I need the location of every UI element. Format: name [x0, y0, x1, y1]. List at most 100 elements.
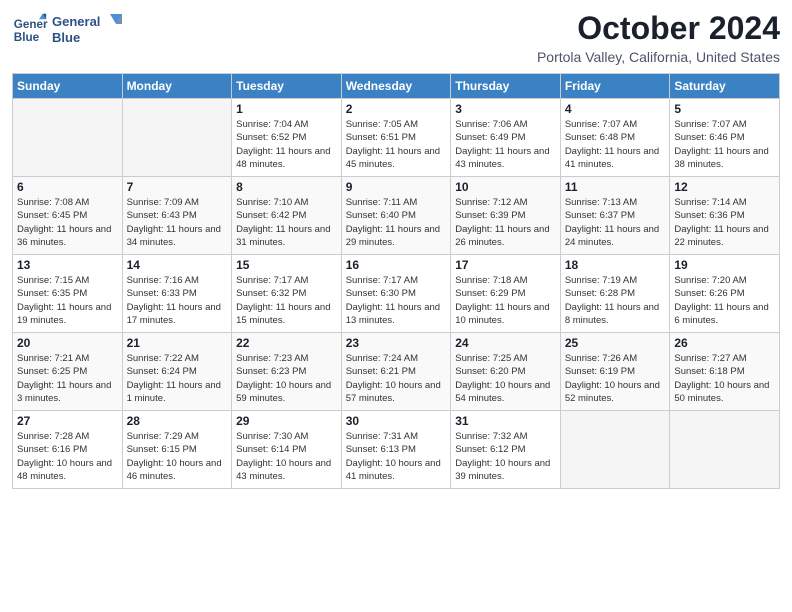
col-header-saturday: Saturday: [670, 74, 780, 99]
day-number: 1: [236, 102, 337, 116]
day-cell: 1Sunrise: 7:04 AM Sunset: 6:52 PM Daylig…: [232, 99, 342, 177]
page: General Blue General Blue General Blue O…: [0, 0, 792, 612]
day-cell: 5 Sunrise: 7:07 AM Sunset: 6:46 PM Daylig…: [670, 99, 780, 177]
day-info: Sunrise: 7:23 AM Sunset: 6:23 PM Dayligh…: [236, 352, 337, 405]
day-info: Sunrise: 7:25 AM Sunset: 6:20 PM Dayligh…: [455, 352, 556, 405]
day-number: 26: [674, 336, 775, 350]
day-cell: 2 Sunrise: 7:05 AM Sunset: 6:51 PM Daylig…: [341, 99, 451, 177]
day-cell: 17 Sunrise: 7:18 AM Sunset: 6:29 PM Dayli…: [451, 255, 561, 333]
day-info: Sunrise: 7:24 AM Sunset: 6:21 PM Dayligh…: [346, 352, 447, 405]
day-cell: 4 Sunrise: 7:07 AM Sunset: 6:48 PM Daylig…: [560, 99, 670, 177]
day-info: Sunrise: 7:15 AM Sunset: 6:35 PM Dayligh…: [17, 274, 118, 327]
day-info: Sunrise: 7:19 AM Sunset: 6:28 PM Dayligh…: [565, 274, 666, 327]
day-number: 16: [346, 258, 447, 272]
day-number: 29: [236, 414, 337, 428]
day-cell: 16 Sunrise: 7:17 AM Sunset: 6:30 PM Dayli…: [341, 255, 451, 333]
day-cell: 13Sunrise: 7:15 AM Sunset: 6:35 PM Dayli…: [13, 255, 123, 333]
day-number: 24: [455, 336, 556, 350]
day-number: 23: [346, 336, 447, 350]
day-cell: 12Sunrise: 7:14 AM Sunset: 6:36 PM Dayli…: [670, 177, 780, 255]
day-info: Sunrise: 7:22 AM Sunset: 6:24 PM Dayligh…: [127, 352, 228, 405]
day-cell: [560, 411, 670, 489]
day-info: Sunrise: 7:31 AM Sunset: 6:13 PM Dayligh…: [346, 430, 447, 483]
day-cell: 29 Sunrise: 7:30 AM Sunset: 6:14 PM Dayli…: [232, 411, 342, 489]
day-cell: 15Sunrise: 7:17 AM Sunset: 6:32 PM Dayli…: [232, 255, 342, 333]
day-number: 18: [565, 258, 666, 272]
week-row-3: 13Sunrise: 7:15 AM Sunset: 6:35 PM Dayli…: [13, 255, 780, 333]
day-number: 19: [674, 258, 775, 272]
day-info: Sunrise: 7:05 AM Sunset: 6:51 PM Dayligh…: [346, 118, 447, 171]
week-row-1: 1Sunrise: 7:04 AM Sunset: 6:52 PM Daylig…: [13, 99, 780, 177]
svg-text:General: General: [14, 18, 48, 31]
day-cell: 11 Sunrise: 7:13 AM Sunset: 6:37 PM Dayli…: [560, 177, 670, 255]
week-row-4: 20 Sunrise: 7:21 AM Sunset: 6:25 PM Dayli…: [13, 333, 780, 411]
day-info: Sunrise: 7:10 AM Sunset: 6:42 PM Dayligh…: [236, 196, 337, 249]
day-info: Sunrise: 7:29 AM Sunset: 6:15 PM Dayligh…: [127, 430, 228, 483]
day-info: Sunrise: 7:26 AM Sunset: 6:19 PM Dayligh…: [565, 352, 666, 405]
col-header-monday: Monday: [122, 74, 232, 99]
location: Portola Valley, California, United State…: [537, 49, 780, 65]
day-cell: 27Sunrise: 7:28 AM Sunset: 6:16 PM Dayli…: [13, 411, 123, 489]
day-cell: 20 Sunrise: 7:21 AM Sunset: 6:25 PM Dayli…: [13, 333, 123, 411]
day-number: 5: [674, 102, 775, 116]
svg-text:Blue: Blue: [52, 30, 80, 45]
day-info: Sunrise: 7:21 AM Sunset: 6:25 PM Dayligh…: [17, 352, 118, 405]
day-cell: 14 Sunrise: 7:16 AM Sunset: 6:33 PM Dayli…: [122, 255, 232, 333]
day-cell: 19 Sunrise: 7:20 AM Sunset: 6:26 PM Dayli…: [670, 255, 780, 333]
calendar-table: SundayMondayTuesdayWednesdayThursdayFrid…: [12, 73, 780, 489]
day-number: 11: [565, 180, 666, 194]
month-title: October 2024: [537, 10, 780, 47]
day-info: Sunrise: 7:07 AM Sunset: 6:48 PM Dayligh…: [565, 118, 666, 171]
day-info: Sunrise: 7:13 AM Sunset: 6:37 PM Dayligh…: [565, 196, 666, 249]
day-info: Sunrise: 7:16 AM Sunset: 6:33 PM Dayligh…: [127, 274, 228, 327]
day-cell: 18 Sunrise: 7:19 AM Sunset: 6:28 PM Dayli…: [560, 255, 670, 333]
week-row-5: 27Sunrise: 7:28 AM Sunset: 6:16 PM Dayli…: [13, 411, 780, 489]
logo-icon: General Blue: [12, 12, 48, 48]
day-cell: 9 Sunrise: 7:11 AM Sunset: 6:40 PM Daylig…: [341, 177, 451, 255]
day-cell: 7Sunrise: 7:09 AM Sunset: 6:43 PM Daylig…: [122, 177, 232, 255]
day-number: 27: [17, 414, 118, 428]
day-number: 14: [127, 258, 228, 272]
col-header-tuesday: Tuesday: [232, 74, 342, 99]
day-info: Sunrise: 7:17 AM Sunset: 6:30 PM Dayligh…: [346, 274, 447, 327]
day-cell: 3Sunrise: 7:06 AM Sunset: 6:49 PM Daylig…: [451, 99, 561, 177]
day-info: Sunrise: 7:30 AM Sunset: 6:14 PM Dayligh…: [236, 430, 337, 483]
day-number: 30: [346, 414, 447, 428]
day-number: 25: [565, 336, 666, 350]
day-number: 22: [236, 336, 337, 350]
day-cell: 6Sunrise: 7:08 AM Sunset: 6:45 PM Daylig…: [13, 177, 123, 255]
day-number: 9: [346, 180, 447, 194]
logo-full: General Blue: [52, 10, 124, 50]
day-cell: 23 Sunrise: 7:24 AM Sunset: 6:21 PM Dayli…: [341, 333, 451, 411]
day-cell: 30 Sunrise: 7:31 AM Sunset: 6:13 PM Dayli…: [341, 411, 451, 489]
day-cell: 28 Sunrise: 7:29 AM Sunset: 6:15 PM Dayli…: [122, 411, 232, 489]
day-cell: 10Sunrise: 7:12 AM Sunset: 6:39 PM Dayli…: [451, 177, 561, 255]
day-number: 7: [127, 180, 228, 194]
day-info: Sunrise: 7:20 AM Sunset: 6:26 PM Dayligh…: [674, 274, 775, 327]
day-cell: 24 Sunrise: 7:25 AM Sunset: 6:20 PM Dayli…: [451, 333, 561, 411]
day-info: Sunrise: 7:27 AM Sunset: 6:18 PM Dayligh…: [674, 352, 775, 405]
svg-text:General: General: [52, 14, 100, 29]
day-cell: 21Sunrise: 7:22 AM Sunset: 6:24 PM Dayli…: [122, 333, 232, 411]
day-cell: [13, 99, 123, 177]
day-number: 31: [455, 414, 556, 428]
day-cell: [122, 99, 232, 177]
day-number: 17: [455, 258, 556, 272]
day-cell: 26 Sunrise: 7:27 AM Sunset: 6:18 PM Dayli…: [670, 333, 780, 411]
day-number: 28: [127, 414, 228, 428]
col-header-sunday: Sunday: [13, 74, 123, 99]
day-number: 4: [565, 102, 666, 116]
day-cell: 8Sunrise: 7:10 AM Sunset: 6:42 PM Daylig…: [232, 177, 342, 255]
day-cell: 22 Sunrise: 7:23 AM Sunset: 6:23 PM Dayli…: [232, 333, 342, 411]
day-info: Sunrise: 7:11 AM Sunset: 6:40 PM Dayligh…: [346, 196, 447, 249]
day-info: Sunrise: 7:06 AM Sunset: 6:49 PM Dayligh…: [455, 118, 556, 171]
day-info: Sunrise: 7:32 AM Sunset: 6:12 PM Dayligh…: [455, 430, 556, 483]
day-number: 10: [455, 180, 556, 194]
day-number: 2: [346, 102, 447, 116]
svg-text:Blue: Blue: [14, 31, 40, 44]
day-info: Sunrise: 7:08 AM Sunset: 6:45 PM Dayligh…: [17, 196, 118, 249]
col-header-friday: Friday: [560, 74, 670, 99]
day-info: Sunrise: 7:07 AM Sunset: 6:46 PM Dayligh…: [674, 118, 775, 171]
day-info: Sunrise: 7:18 AM Sunset: 6:29 PM Dayligh…: [455, 274, 556, 327]
day-number: 20: [17, 336, 118, 350]
